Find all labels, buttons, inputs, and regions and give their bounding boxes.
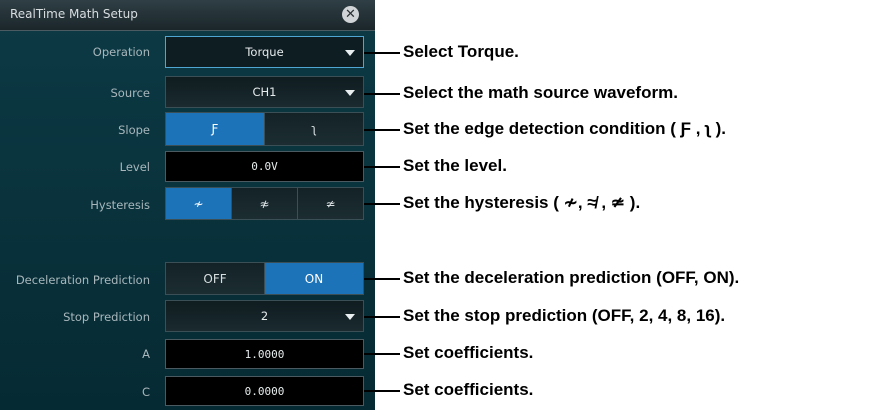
coef-a-annotation: Set coefficients. bbox=[403, 343, 534, 362]
hysteresis-high-option[interactable]: ≄ bbox=[298, 188, 363, 219]
operation-select[interactable]: Torque bbox=[165, 36, 364, 68]
chevron-down-icon bbox=[345, 50, 355, 56]
deceleration-off-option[interactable]: OFF bbox=[166, 263, 265, 294]
slope-toggle: Ƒ ʅ bbox=[165, 112, 364, 146]
operation-annotation: Select Torque. bbox=[403, 42, 519, 61]
deceleration-on-option[interactable]: ON bbox=[265, 263, 363, 294]
chevron-down-icon bbox=[345, 314, 355, 320]
deceleration-annotation: Set the deceleration prediction (OFF, ON… bbox=[403, 268, 740, 287]
coef-a-leader-line bbox=[364, 353, 400, 355]
level-leader-line bbox=[364, 166, 400, 168]
coef-a-field[interactable]: 1.0000 bbox=[165, 339, 364, 369]
hysteresis-leader-line bbox=[364, 203, 400, 205]
operation-leader-line bbox=[364, 52, 400, 54]
slope-annotation: Set the edge detection condition ( Ƒ , ʅ… bbox=[403, 119, 726, 138]
hysteresis-mid-option[interactable]: ≉ bbox=[232, 188, 298, 219]
slope-falling-option[interactable]: ʅ bbox=[265, 113, 363, 145]
source-select[interactable]: CH1 bbox=[165, 76, 364, 108]
coef-a-label: A bbox=[142, 347, 150, 361]
coef-c-value: 0.0000 bbox=[244, 384, 285, 398]
dialog-titlebar: RealTime Math Setup ✕ bbox=[0, 0, 375, 31]
deceleration-toggle: OFF ON bbox=[165, 262, 364, 295]
hysteresis-annotation: Set the hysteresis ( ≁, ≉ , ≄ ). bbox=[403, 193, 641, 212]
coef-c-field[interactable]: 0.0000 bbox=[165, 376, 364, 406]
stop-leader-line bbox=[364, 316, 400, 318]
close-icon[interactable]: ✕ bbox=[342, 6, 359, 23]
hysteresis-low-option[interactable]: ≁ bbox=[166, 188, 232, 219]
deceleration-leader-line bbox=[364, 278, 400, 280]
slope-rising-option[interactable]: Ƒ bbox=[166, 113, 265, 145]
level-value: 0.0V bbox=[251, 160, 278, 173]
deceleration-label: Deceleration Prediction bbox=[15, 273, 150, 287]
stop-prediction-select[interactable]: 2 bbox=[165, 300, 364, 332]
operation-value: Torque bbox=[245, 45, 284, 59]
chevron-down-icon bbox=[345, 90, 355, 96]
source-leader-line bbox=[364, 93, 400, 95]
coef-c-annotation: Set coefficients. bbox=[403, 380, 534, 399]
level-field[interactable]: 0.0V bbox=[165, 151, 364, 182]
operation-label: Operation bbox=[92, 45, 150, 59]
source-label: Source bbox=[110, 86, 151, 100]
realtime-math-setup-dialog: RealTime Math Setup ✕ Operation Torque S… bbox=[0, 0, 375, 410]
coef-c-label: C bbox=[141, 385, 150, 399]
level-annotation: Set the level. bbox=[403, 156, 507, 175]
dialog-title: RealTime Math Setup bbox=[10, 7, 138, 21]
hysteresis-toggle: ≁ ≉ ≄ bbox=[165, 187, 364, 220]
hysteresis-label: Hysteresis bbox=[90, 198, 150, 212]
source-value: CH1 bbox=[252, 85, 277, 99]
coef-c-leader-line bbox=[364, 390, 400, 392]
stop-annotation: Set the stop prediction (OFF, 2, 4, 8, 1… bbox=[403, 306, 726, 325]
stop-prediction-label: Stop Prediction bbox=[63, 310, 150, 324]
slope-label: Slope bbox=[118, 123, 150, 137]
level-label: Level bbox=[119, 160, 150, 174]
stop-prediction-value: 2 bbox=[260, 309, 269, 323]
coef-a-value: 1.0000 bbox=[244, 347, 285, 361]
slope-leader-line bbox=[364, 129, 400, 131]
source-annotation: Select the math source waveform. bbox=[403, 83, 678, 102]
